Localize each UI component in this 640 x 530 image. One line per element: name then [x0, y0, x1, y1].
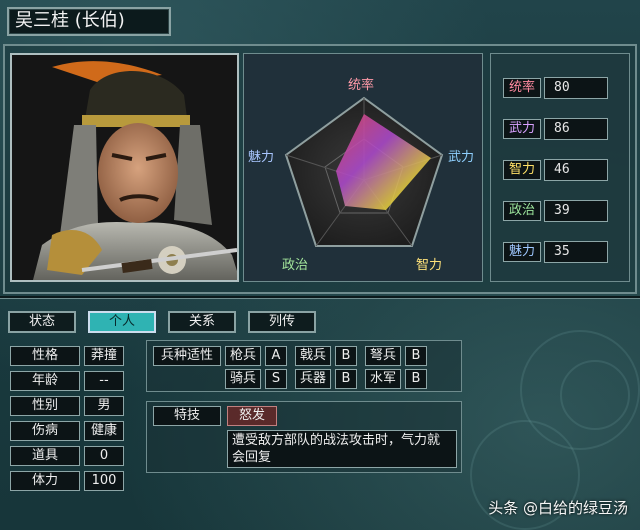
stat-radar-chart: 统率 魅力 武力 政治 智力 — [243, 53, 483, 282]
aptitude-name: 兵器 — [295, 369, 331, 389]
personal-info-panel: 性格 莽撞 年龄 -- 性别 男 伤病 健康 道具 0 体力 100 — [10, 342, 128, 491]
radar-label-left: 魅力 — [248, 150, 275, 165]
info-value-items: 0 — [84, 446, 124, 466]
radar-label-right: 武力 — [448, 150, 475, 165]
tab-relations[interactable]: 关系 — [168, 311, 236, 333]
troop-aptitude-panel: 兵种适性 枪兵 A 戟兵 B 弩兵 B 骑兵 S 兵器 B 水军 B — [146, 340, 462, 392]
tab-status[interactable]: 状态 — [8, 311, 76, 333]
aptitude-grade: B — [335, 369, 357, 389]
aptitude-name: 水军 — [365, 369, 401, 389]
section-divider — [0, 296, 640, 299]
info-value-injury: 健康 — [84, 421, 124, 441]
radar-label-bottom-right: 智力 — [416, 258, 443, 273]
info-label-personality: 性格 — [10, 346, 80, 366]
skill-name: 怒发 — [227, 406, 277, 426]
info-label-gender: 性别 — [10, 396, 80, 416]
stat-value-politics: 39 — [544, 200, 608, 222]
tab-personal[interactable]: 个人 — [88, 311, 156, 333]
info-label-injury: 伤病 — [10, 421, 80, 441]
info-label-age: 年龄 — [10, 371, 80, 391]
stat-name-politics: 政治 — [503, 201, 541, 221]
stat-value-war: 86 — [544, 118, 608, 140]
aptitude-grade: B — [405, 369, 427, 389]
aptitude-grade: S — [265, 369, 287, 389]
info-value-gender: 男 — [84, 396, 124, 416]
stats-panel: 统率 80 武力 86 智力 46 政治 39 魅力 35 — [490, 53, 630, 282]
radar-label-bottom-left: 政治 — [282, 258, 309, 273]
radar-label-top: 统率 — [348, 78, 375, 93]
info-value-personality: 莽撞 — [84, 346, 124, 366]
special-skill-panel: 特技 怒发 遭受敌方部队的战法攻击时，气力就会回复 — [146, 401, 462, 473]
stat-name-charm: 魅力 — [503, 242, 541, 262]
stat-name-war: 武力 — [503, 119, 541, 139]
watermark: 头条 @白给的绿豆汤 — [488, 499, 628, 517]
aptitude-grade: B — [405, 346, 427, 366]
info-label-items: 道具 — [10, 446, 80, 466]
aptitude-grade: B — [335, 346, 357, 366]
officer-name: 吴三桂 (长伯) — [7, 7, 171, 36]
skill-label: 特技 — [153, 406, 221, 426]
stat-value-charm: 35 — [544, 241, 608, 263]
aptitude-header: 兵种适性 — [153, 346, 221, 366]
portrait-image — [12, 55, 237, 280]
stat-name-intelligence: 智力 — [503, 160, 541, 180]
aptitude-name: 戟兵 — [295, 346, 331, 366]
info-value-stamina: 100 — [84, 471, 124, 491]
tab-biography[interactable]: 列传 — [248, 311, 316, 333]
aptitude-grade: A — [265, 346, 287, 366]
decor-swirl — [560, 360, 630, 430]
info-label-stamina: 体力 — [10, 471, 80, 491]
skill-description: 遭受敌方部队的战法攻击时，气力就会回复 — [227, 430, 457, 468]
officer-portrait — [10, 53, 239, 282]
stat-value-intelligence: 46 — [544, 159, 608, 181]
aptitude-name: 枪兵 — [225, 346, 261, 366]
stat-name-command: 统率 — [503, 78, 541, 98]
info-value-age: -- — [84, 371, 124, 391]
aptitude-name: 骑兵 — [225, 369, 261, 389]
aptitude-name: 弩兵 — [365, 346, 401, 366]
stat-value-command: 80 — [544, 77, 608, 99]
